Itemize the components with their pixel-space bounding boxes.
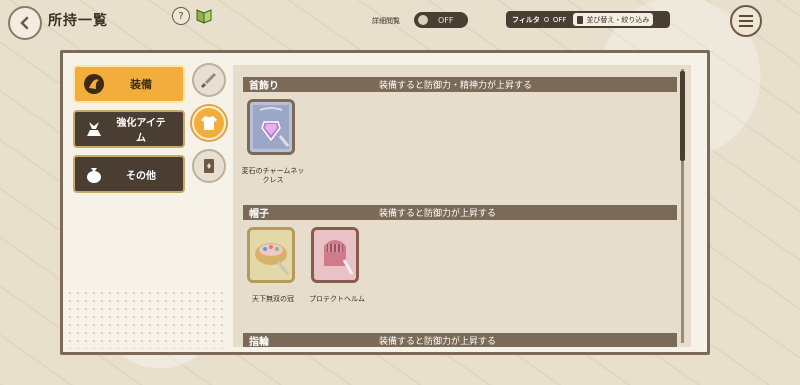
helmet-icon — [311, 227, 359, 283]
item-name: 変石のチャームネックレス — [241, 167, 305, 184]
crown-icon — [247, 227, 295, 283]
back-arrow-icon — [20, 16, 29, 30]
scrollbar-thumb[interactable] — [680, 71, 685, 161]
item-card[interactable]: 天下無双の冠 — [247, 227, 299, 303]
inventory-panel: 装備 強化アイテム その他 首飾り 装備すると防御力・精神力が上昇する 変石のチ… — [60, 50, 710, 355]
category-enhance-item-button[interactable]: 強化アイテム — [73, 110, 185, 148]
filter-state[interactable]: OFF — [553, 16, 567, 24]
category-equipment-button[interactable]: 装備 — [73, 65, 185, 103]
enhance-item-icon — [83, 118, 105, 140]
equipment-icon — [83, 73, 105, 95]
category-other-button[interactable]: その他 — [73, 155, 185, 193]
sort-label: 並び替え・絞り込み — [586, 15, 650, 24]
category-label: 強化アイテム — [116, 118, 166, 144]
section-description: 装備すると防御力・精神力が上昇する — [379, 81, 533, 91]
hamburger-icon-line — [739, 15, 753, 17]
dot-pattern — [66, 289, 226, 349]
filter-indicator-icon — [543, 17, 549, 22]
detail-view-label: 詳細閲覧 — [372, 17, 400, 25]
section-name: 首飾り — [249, 81, 279, 92]
sort-icon — [577, 15, 584, 24]
page-title: 所持一覧 — [48, 13, 108, 29]
sort-filter-button[interactable]: 並び替え・絞り込み — [573, 13, 654, 26]
subfilter-weapon-button[interactable] — [192, 63, 226, 97]
menu-button[interactable] — [730, 5, 762, 37]
filter-bar: フィルタ OFF 並び替え・絞り込み — [506, 11, 670, 28]
filter-label[interactable]: フィルタ — [512, 15, 540, 25]
subfilter-accessory-button[interactable] — [192, 149, 226, 183]
section-header-ring: 指輪 装備すると防御力が上昇する — [243, 333, 677, 347]
hamburger-icon-line — [739, 20, 753, 22]
card-icon — [204, 159, 214, 173]
category-label: その他 — [126, 170, 156, 182]
section-header-hat: 帽子 装備すると防御力が上昇する — [243, 205, 677, 220]
shirt-icon — [201, 116, 217, 130]
toggle-knob — [418, 15, 428, 25]
section-header-necklace: 首飾り 装備すると防御力・精神力が上昇する — [243, 77, 677, 92]
section-description: 装備すると防御力が上昇する — [379, 337, 497, 347]
section-description: 装備すると防御力が上昇する — [379, 209, 497, 219]
item-name: プロテクトヘルム — [309, 295, 365, 303]
section-name: 帽子 — [249, 209, 269, 220]
back-button[interactable] — [8, 6, 42, 40]
detail-view-toggle[interactable]: OFF — [414, 12, 468, 28]
toggle-state: OFF — [438, 15, 454, 25]
book-icon[interactable] — [194, 6, 214, 26]
item-name: 天下無双の冠 — [252, 295, 294, 303]
item-card[interactable]: プロテクトヘルム — [309, 227, 365, 303]
category-label: 装備 — [130, 78, 152, 91]
section-name: 指輪 — [249, 337, 269, 347]
subfilter-armor-button[interactable] — [192, 106, 226, 140]
item-list[interactable]: 首飾り 装備すると防御力・精神力が上昇する 変石のチャームネックレス 帽子 装備… — [233, 65, 691, 347]
hamburger-icon-line — [739, 25, 753, 27]
charm-necklace-icon — [247, 99, 295, 155]
sword-icon — [201, 73, 216, 88]
bag-icon — [83, 163, 105, 185]
item-card[interactable]: 変石のチャームネックレス — [242, 99, 304, 184]
help-icon[interactable]: ? — [172, 7, 190, 25]
